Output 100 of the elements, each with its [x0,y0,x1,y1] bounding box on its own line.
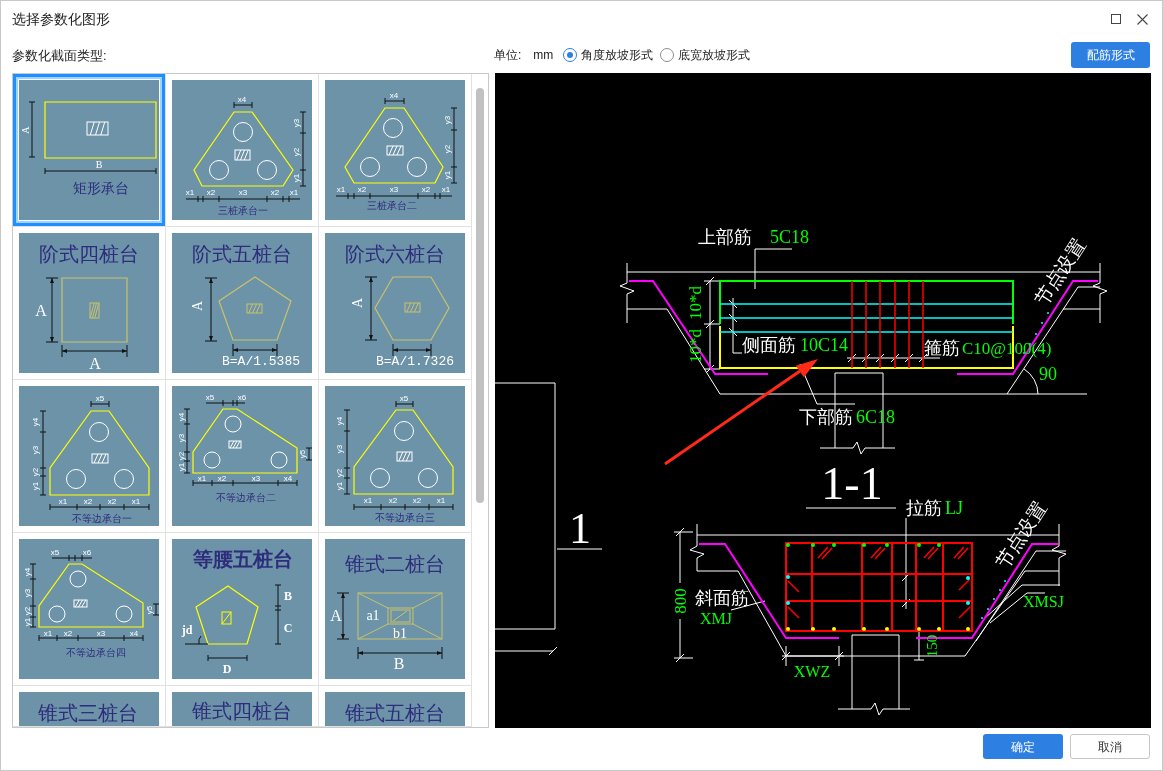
shape-option[interactable]: 锥式五桩台 [319,686,472,727]
slope-mode-option[interactable]: 底宽放坡形式 [660,46,751,64]
dimension-label: x1 [185,187,195,197]
dimension-label: C [283,621,293,635]
slope-mode-option[interactable]: 角度放坡形式 [563,46,654,64]
dimension-label: x5 [50,547,60,557]
dimension-label: x1 [58,496,68,506]
shape-caption: 阶式五桩台 [192,243,292,265]
shape-caption: 锥式三桩台 [38,702,138,724]
confirm-button[interactable]: 确定 [983,734,1063,759]
dimension-label: y1 [442,170,452,180]
dimension-label: x2 [388,495,398,505]
dimension-label: x1 [441,184,451,194]
scrollbar-thumb[interactable] [476,88,484,503]
dimension-label: A [349,297,365,309]
dimension-label: y1 [22,617,32,627]
dimension-label: x2 [63,628,73,638]
dimension-label: 800 [670,588,690,614]
radio-icon[interactable] [563,48,578,62]
dimension-label: y2 [442,144,452,154]
shape-option[interactable]: x5 y4 y3 y2 y1 x1 x2 x2 x1 不等边承台三 [319,380,472,533]
dimension-label: y4 [30,417,40,427]
dimension-label: B=A/1.5385 [222,353,300,369]
shape-option[interactable]: 锥式四桩台 [166,686,319,727]
dimension-label: x1 [197,473,207,483]
rebar-name-label: 下部筋 [799,407,853,427]
shape-caption: 锥式二桩台 [345,553,445,575]
dimension-label: x4 [237,94,247,104]
dimension-label: y1 [334,481,344,491]
dimension-label: x2 [412,495,422,505]
dimension-label: y2 [22,606,32,616]
dimension-label: y2 [334,468,344,478]
dimension-label: y2 [291,147,301,157]
dimension-label: x1 [131,496,141,506]
shape-caption: 阶式四桩台 [39,243,139,265]
close-icon[interactable] [1137,13,1148,25]
dimension-label: x2 [83,496,93,506]
unit-value: mm [533,47,554,64]
dimension-label: x3 [389,184,399,194]
maximize-icon[interactable] [1111,14,1121,24]
dimension-label: XWZ [793,662,831,680]
dimension-label: x4 [283,473,293,483]
dimension-label: y1 [176,462,186,472]
rebar-name-label: 斜面筋 [695,588,749,608]
shape-caption: 等腰五桩台 [193,548,293,570]
dimension-label: y4 [22,567,32,577]
dimension-label: A [330,606,342,624]
shape-caption: 锥式四桩台 [192,700,292,722]
rebar-name-label: 拉筋 [906,498,942,518]
cancel-button[interactable]: 取消 [1070,734,1150,759]
rebar-spec-label: XMJ [700,609,732,627]
dimension-label: x2 [206,187,216,197]
dimension-label: 150 [924,634,940,658]
section-title: 1-1 [821,457,883,509]
dimension-label: B=A/1.7326 [376,353,454,369]
shape-option[interactable]: 阶式六桩台 A B=A/1.7326 [319,227,472,380]
dimension-label: y4 [176,412,186,422]
shape-option[interactable]: 锥式三桩台 [13,686,166,727]
dimension-label: D [222,662,232,676]
dimension-label: B [95,158,103,170]
shape-option[interactable]: 阶式五桩台 A B=A/1.5385 [166,227,319,380]
shape-option[interactable]: 等腰五桩台 B jd C D [166,533,319,686]
rebar-name-label: 侧面筋 [742,335,796,355]
rebar-spec-label: 6C18 [856,407,895,427]
shape-option[interactable]: A B 矩形承台 [13,74,166,227]
dimension-label: x1 [363,495,373,505]
dimension-label: x3 [96,628,106,638]
shape-caption: 不等边承台四 [66,646,126,658]
dimension-label: y3 [22,588,32,598]
dimension-label: x2 [107,496,117,506]
shape-option[interactable]: 阶式四桩台 A A [13,227,166,380]
rebar-name-label: 上部筋 [698,227,752,247]
dimension-label: x3 [251,473,261,483]
reinforcement-style-button[interactable]: 配筋形式 [1071,42,1150,68]
dimension-label: x2 [421,184,431,194]
window-title: 选择参数化图形 [12,11,110,27]
shape-option[interactable]: 锥式二桩台 A a1 b1 B [319,533,472,686]
dimension-label: x3 [238,187,248,197]
rebar-spec-label: 5C18 [770,227,809,247]
shape-caption: 阶式六桩台 [345,243,445,265]
dimension-label: x1 [43,628,53,638]
shape-caption: 矩形承台 [73,180,129,196]
rebar-name-label: 箍筋 [924,338,960,358]
dimension-label: 10*d [685,286,705,320]
shape-option[interactable]: x5 x6 y4 y3 y2 y5 y1 x1 x2 x3 x4 不等边承台四 [13,533,166,686]
dimension-label: y1 [30,481,40,491]
dimension-label: x1 [336,184,346,194]
dimension-label: A [35,301,47,319]
shape-caption: 不等边承台三 [375,511,435,523]
dimension-label: y3 [334,444,344,454]
dimension-label: x5 [95,393,105,403]
dimension-label: 10*d [685,329,705,363]
dimension-label: jd [181,623,193,637]
dimension-label: B [284,589,292,603]
dimension-label: x2 [217,473,227,483]
dimension-label: y3 [442,115,452,125]
dimension-label: B [393,654,405,672]
radio-icon[interactable] [660,48,675,62]
node-setting-label: 节点设置 [991,497,1051,573]
dimension-label: y4 [334,416,344,426]
